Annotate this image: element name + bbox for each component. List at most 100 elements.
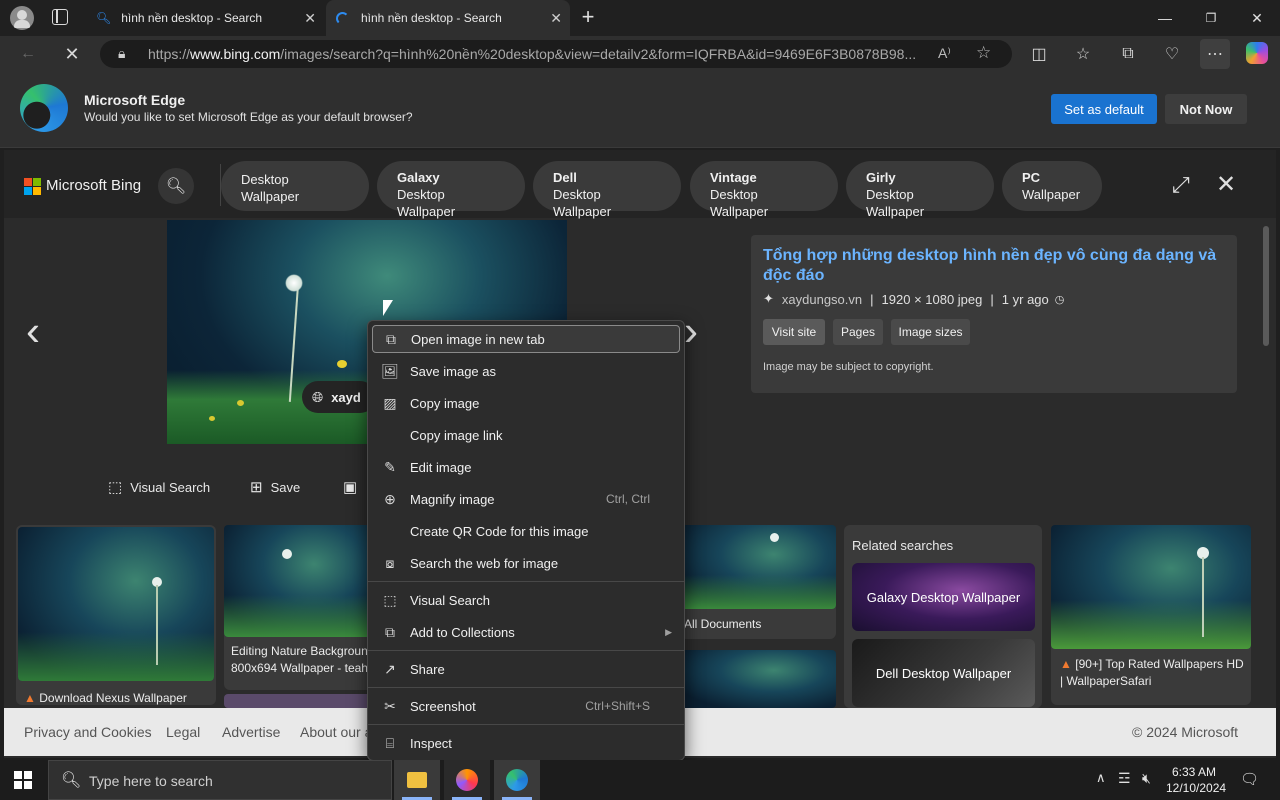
menu-share[interactable]: ↗ Share [372,655,680,683]
settings-more-icon[interactable]: ⋯ [1200,39,1230,69]
windows-start-icon[interactable] [14,771,32,789]
footer-about-link[interactable]: About our a [300,724,372,740]
close-tab-icon[interactable]: ✕ [304,10,316,27]
result-thumbnail-2[interactable] [224,525,374,637]
banner-message: Would you like to set Microsoft Edge as … [84,110,413,124]
footer-privacy-link[interactable]: Privacy and Cookies [24,724,152,740]
loading-spinner-icon [336,11,349,25]
result-thumbnail-4[interactable] [1051,525,1251,649]
result-thumbnail-6[interactable] [680,650,836,708]
visit-site-button[interactable]: Visit site [763,319,825,345]
favorite-star-icon[interactable]: ☆ [976,43,991,63]
visual-search-icon: ⬚ [383,591,397,608]
tab-actions-icon[interactable] [52,9,68,25]
volume-muted-icon[interactable]: 🔇︎ [1142,770,1151,787]
copy-image-icon: ▨ [383,394,397,411]
pages-button[interactable]: Pages [833,319,883,345]
menu-open-image-new-tab[interactable]: ⧉ Open image in new tab [372,325,680,353]
related-search-galaxy[interactable]: Galaxy Desktop Wallpaper [852,563,1035,631]
minimize-button[interactable]: — [1142,0,1188,36]
profile-avatar[interactable] [10,6,34,30]
save-icon: ⊞ [250,479,263,496]
back-button[interactable]: ← [13,39,43,69]
taskbar-search-box[interactable]: 🔍︎ Type here to search [48,760,392,800]
network-icon[interactable]: ☲ [1118,770,1131,787]
menu-screenshot[interactable]: ✂ Screenshot Ctrl+Shift+S [372,692,680,720]
visual-search-icon: ⬚ [108,479,123,496]
menu-edit-image[interactable]: ✎ Edit image [372,453,680,481]
browser-essentials-icon[interactable]: ♡ [1157,39,1187,69]
taskbar-file-explorer[interactable] [394,760,440,800]
favorites-icon[interactable]: ☆ [1068,39,1098,69]
read-aloud-icon[interactable]: A⁾ [938,45,951,62]
more-actions-icon[interactable]: ▣ [343,478,357,496]
edge-icon [506,769,528,791]
menu-separator [368,724,684,725]
menu-magnify-image[interactable]: ⊕ Magnify image Ctrl, Ctrl [372,485,680,513]
image-meta: ✦ xaydungso.vn | 1920 × 1080 jpeg | 1 yr… [763,291,1065,307]
close-tab-icon[interactable]: ✕ [550,10,562,27]
source-badge[interactable]: 🌐︎ xayd [302,381,376,413]
tab-search-1[interactable]: 🔍︎ hình nền desktop - Search ✕ [86,4,324,32]
tab-search-2-active[interactable]: hình nền desktop - Search ✕ [326,0,570,36]
menu-inspect[interactable]: ⌸ Inspect [372,729,680,757]
globe-icon: 🌐︎ [312,388,324,405]
site-icon: ✦ [763,291,774,306]
set-as-default-button[interactable]: Set as default [1051,94,1157,124]
bing-logo-text[interactable]: Microsoft Bing [46,177,141,194]
footer-advertise-link[interactable]: Advertise [222,724,280,740]
related-pill-galaxy[interactable]: Galaxy Desktop Wallpaper [377,161,525,219]
taskbar-firefox[interactable] [444,760,490,800]
inspect-icon: ⌸ [385,734,395,751]
stop-loading-button[interactable]: ✕ [57,39,87,69]
expand-icon[interactable]: ⤢ [1172,172,1190,198]
menu-create-qr-code[interactable]: Create QR Code for this image [372,517,680,545]
result-thumbnail-5[interactable] [224,694,374,708]
related-pill-desktop-wallpaper[interactable]: Desktop Wallpaper [221,161,369,211]
related-search-dell[interactable]: Dell Desktop Wallpaper [852,639,1035,707]
result-caption-3[interactable]: All Documents [684,616,761,633]
result-caption-2[interactable]: Editing Nature Backgroun 800x694 Wallpape… [231,643,368,677]
save-button[interactable]: ⊞ Save [250,478,300,496]
share-icon: ↗ [384,660,396,677]
menu-save-image-as[interactable]: 🖼︎ Save image as [372,357,680,385]
result-caption-4[interactable]: ▲ [90+] Top Rated Wallpapers HD | Wallpap… [1060,656,1250,690]
visual-search-button[interactable]: ⬚ Visual Search [108,478,210,496]
image-sizes-button[interactable]: Image sizes [891,319,970,345]
url-text: https://www.bing.com/images/search?q=hìn… [148,46,917,62]
new-tab-button[interactable]: + [576,4,600,30]
close-viewer-icon[interactable]: ✕ [1216,170,1236,199]
related-pill-pc[interactable]: PC Wallpaper [1002,161,1102,211]
image-title-link[interactable]: Tổng hợp những desktop hình nền đẹp vô c… [763,246,1225,286]
restore-button[interactable]: ❐ [1188,0,1234,36]
previous-image-button[interactable]: ‹ [26,310,40,352]
address-bar[interactable]: 🔒︎ https://www.bing.com/images/search?q=… [100,40,1012,68]
search-icon: 🔍︎ [61,772,82,789]
result-thumbnail-1[interactable] [18,527,214,681]
menu-copy-image[interactable]: ▨ Copy image [372,389,680,417]
copilot-icon[interactable] [1246,42,1268,64]
notification-icon[interactable]: 🗨︎ [1240,770,1259,788]
show-hidden-icons-icon[interactable]: ∧ [1096,770,1106,786]
menu-add-to-collections[interactable]: ⧉ Add to Collections ▶ [372,618,680,646]
close-window-button[interactable]: ✕ [1234,0,1280,36]
result-caption-1[interactable]: ▲ Download Nexus Wallpaper [24,690,187,707]
footer-legal-link[interactable]: Legal [166,724,200,740]
split-screen-icon[interactable]: ◫ [1024,39,1054,69]
context-menu: ⧉ Open image in new tab 🖼︎ Save image as ▨… [367,320,685,761]
image-source-link[interactable]: xaydungso.vn [782,292,862,307]
menu-visual-search[interactable]: ⬚ Visual Search [372,586,680,614]
next-image-button[interactable]: › [684,310,698,352]
taskbar-edge[interactable] [494,760,540,800]
related-pill-vintage[interactable]: Vintage Desktop Wallpaper [690,161,838,219]
menu-search-web-for-image[interactable]: ⧇ Search the web for image [372,549,680,577]
result-thumbnail-3[interactable] [680,525,836,609]
page-scrollbar[interactable] [1263,226,1269,346]
not-now-button[interactable]: Not Now [1165,94,1247,124]
search-button[interactable]: 🔍︎ [158,168,194,204]
menu-copy-image-link[interactable]: Copy image link [372,421,680,449]
related-pill-girly[interactable]: Girly Desktop Wallpaper [846,161,994,219]
collections-icon[interactable]: ⧉ [1113,39,1143,69]
related-pill-dell[interactable]: Dell Desktop Wallpaper [533,161,681,219]
taskbar-clock[interactable]: 6:33 AM 12/10/2024 [1166,764,1226,796]
